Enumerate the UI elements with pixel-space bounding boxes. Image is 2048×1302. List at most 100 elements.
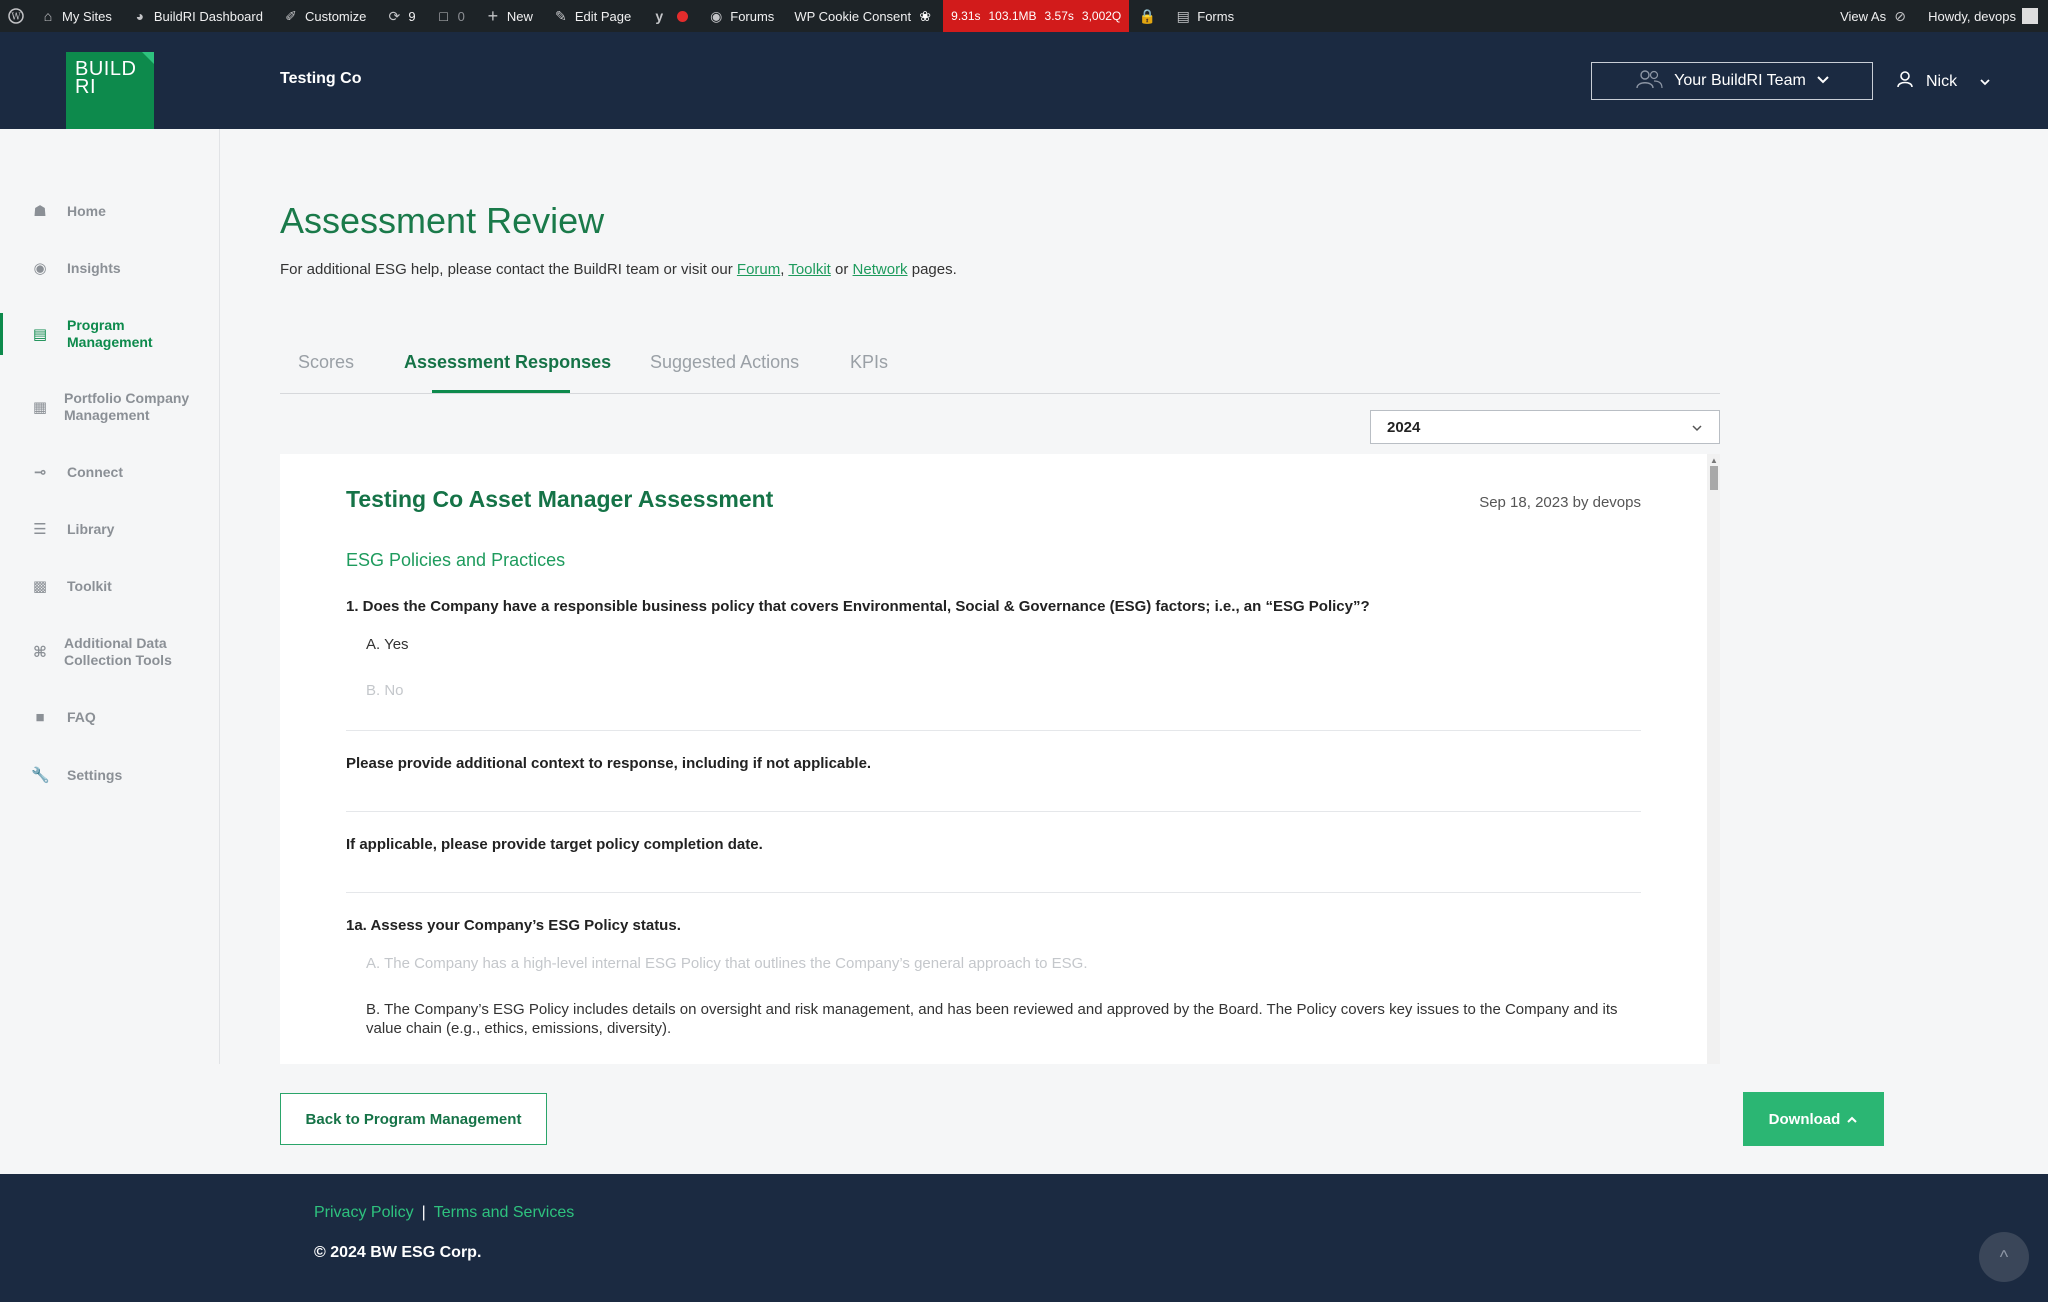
tab-scores[interactable]: Scores bbox=[298, 352, 354, 373]
view-as-label: View As bbox=[1840, 8, 1887, 24]
forums-icon: ◉ bbox=[710, 7, 723, 24]
sidebar-item-label: Home bbox=[67, 203, 106, 219]
team-icon bbox=[1634, 69, 1664, 94]
sidebar-item-toolkit[interactable]: ▩ Toolkit bbox=[0, 578, 219, 595]
chevron-up-icon: ^ bbox=[1999, 1246, 2009, 1267]
new-label: New bbox=[506, 8, 533, 24]
user-menu[interactable]: Nick bbox=[1896, 70, 1991, 93]
chevron-down-icon bbox=[1816, 72, 1830, 90]
year-select[interactable]: 2024 bbox=[1370, 410, 1720, 444]
sidebar-item-home[interactable]: ☗ Home bbox=[0, 203, 219, 220]
sidebar-item-connect[interactable]: ⊸ Connect bbox=[0, 464, 219, 481]
question-context: Please provide additional context to res… bbox=[346, 755, 872, 772]
page-title: Assessment Review bbox=[280, 200, 605, 241]
scroll-up-arrow-icon[interactable]: ▲ bbox=[1710, 456, 1718, 465]
sidebar-item-faq[interactable]: ■ FAQ bbox=[0, 709, 219, 726]
home-icon: ☗ bbox=[33, 203, 47, 220]
sidebar-item-settings[interactable]: 🔧 Settings bbox=[0, 767, 219, 784]
review-tabs: Scores Assessment Responses Suggested Ac… bbox=[280, 346, 1720, 394]
sidebar-item-label: Program Management bbox=[67, 317, 153, 350]
network-link[interactable]: Network bbox=[853, 261, 908, 278]
dashboard-label: BuildRI Dashboard bbox=[153, 8, 263, 24]
lock-icon: 🔒 bbox=[1138, 7, 1156, 24]
question-1: 1. Does the Company have a responsible b… bbox=[346, 598, 1370, 615]
wrench-icon: 🔧 bbox=[31, 767, 50, 784]
dashboard-menu[interactable]: ◕ BuildRI Dashboard bbox=[122, 0, 273, 32]
comment-icon: □ bbox=[439, 8, 448, 24]
brush-icon: ✐ bbox=[285, 7, 297, 24]
customize-menu[interactable]: ✐ Customize bbox=[273, 0, 376, 32]
wordpress-icon: W bbox=[8, 8, 24, 24]
assessment-panel: Testing Co Asset Manager Assessment Sep … bbox=[280, 454, 1707, 1064]
wordpress-logo-menu[interactable]: W bbox=[0, 0, 30, 32]
company-name: Testing Co bbox=[280, 70, 362, 87]
tab-kpis[interactable]: KPIs bbox=[850, 352, 888, 373]
view-as-menu[interactable]: View As ⊘ bbox=[1830, 0, 1918, 32]
updates-menu[interactable]: ⟳ 9 bbox=[376, 0, 425, 32]
sidebar-item-program-management[interactable]: ▤ Program Management bbox=[0, 313, 219, 355]
program-icon: ▤ bbox=[32, 325, 48, 343]
sidebar-item-label: Portfolio Company Management bbox=[64, 390, 190, 423]
seo-status-dot bbox=[677, 10, 689, 22]
team-dropdown-button[interactable]: Your BuildRI Team bbox=[1591, 62, 1873, 100]
assessment-meta: Sep 18, 2023 by devops bbox=[1479, 494, 1641, 511]
comments-count: 0 bbox=[457, 8, 465, 24]
account-menu[interactable]: Howdy, devops bbox=[1918, 0, 2048, 32]
comments-menu[interactable]: □ 0 bbox=[426, 0, 475, 32]
scrollbar-thumb[interactable] bbox=[1710, 466, 1718, 490]
back-to-program-management-button[interactable]: Back to Program Management bbox=[280, 1093, 547, 1145]
forms-menu[interactable]: ▤ Forms bbox=[1165, 0, 1244, 32]
lock-menu[interactable]: 🔒 bbox=[1129, 0, 1165, 32]
seo-menu[interactable]: y bbox=[641, 0, 698, 32]
user-icon bbox=[1896, 70, 1914, 93]
dashboard-icon: ◕ bbox=[135, 8, 145, 24]
chevron-up-icon bbox=[1846, 1111, 1858, 1128]
answer-option: A. The Company has a high-level internal… bbox=[366, 955, 1088, 972]
cookie-icon: ❀ bbox=[919, 7, 931, 24]
chevron-down-icon bbox=[1691, 419, 1703, 436]
edit-page-label: Edit Page bbox=[574, 8, 632, 24]
tab-assessment-responses[interactable]: Assessment Responses bbox=[404, 352, 611, 373]
perf-db-time: 3.57s bbox=[1044, 9, 1074, 23]
section-heading: ESG Policies and Practices bbox=[346, 550, 566, 570]
forum-link[interactable]: Forum bbox=[737, 261, 780, 278]
download-button[interactable]: Download bbox=[1743, 1092, 1884, 1146]
panel-scrollbar[interactable]: ▲ bbox=[1707, 454, 1720, 1064]
sidebar-item-label: Additional Data Collection Tools bbox=[64, 635, 172, 668]
sidebar-item-insights[interactable]: ◉ Insights bbox=[0, 260, 219, 277]
team-button-label: Your BuildRI Team bbox=[1674, 72, 1806, 89]
edit-page-menu[interactable]: ✎ Edit Page bbox=[543, 0, 641, 32]
terms-link[interactable]: Terms and Services bbox=[434, 1204, 575, 1221]
answer-option-selected: B. The Company’s ESG Policy includes det… bbox=[366, 1001, 1618, 1037]
answer-option: B. No bbox=[366, 682, 404, 699]
grid-icon: ▦ bbox=[32, 398, 48, 416]
toolkit-link[interactable]: Toolkit bbox=[788, 261, 831, 278]
forms-icon: ▤ bbox=[1176, 7, 1190, 24]
new-menu[interactable]: + New bbox=[475, 0, 543, 32]
privacy-policy-link[interactable]: Privacy Policy bbox=[314, 1204, 414, 1221]
help-suffix: pages. bbox=[907, 261, 957, 278]
eye-slash-icon: ⊘ bbox=[1894, 7, 1906, 24]
forums-menu[interactable]: ◉ Forums bbox=[698, 0, 784, 32]
help-text: For additional ESG help, please contact … bbox=[280, 261, 957, 278]
download-label: Download bbox=[1768, 1110, 1841, 1128]
toolkit-icon: ▩ bbox=[32, 578, 48, 595]
connect-icon: ⊸ bbox=[33, 464, 47, 481]
cookie-consent-menu[interactable]: WP Cookie Consent ❀ bbox=[784, 0, 943, 32]
sidebar-item-additional-data-collection-tools[interactable]: ⌘ Additional Data Collection Tools bbox=[0, 635, 219, 669]
divider bbox=[346, 811, 1641, 812]
my-sites-menu[interactable]: ⌂ My Sites bbox=[30, 0, 122, 32]
sidebar-item-label: Toolkit bbox=[67, 578, 112, 594]
help-or: or bbox=[830, 261, 853, 278]
footer-separator: | bbox=[421, 1204, 426, 1221]
buildri-logo[interactable]: BUILD RI bbox=[66, 52, 154, 139]
forms-label: Forms bbox=[1197, 8, 1235, 24]
tab-suggested-actions[interactable]: Suggested Actions bbox=[650, 352, 799, 373]
question-1a: 1a. Assess your Company’s ESG Policy sta… bbox=[346, 917, 681, 934]
sidebar-item-library[interactable]: ☰ Library bbox=[0, 521, 219, 538]
query-monitor-stats[interactable]: 9.31s 103.1MB 3.57s 3,002Q bbox=[943, 0, 1130, 32]
sidebar-item-portfolio-company-management[interactable]: ▦ Portfolio Company Management bbox=[0, 390, 219, 424]
assessment-title: Testing Co Asset Manager Assessment bbox=[346, 486, 774, 512]
customize-label: Customize bbox=[304, 8, 367, 24]
back-to-top-button[interactable]: ^ bbox=[1979, 1232, 2029, 1282]
